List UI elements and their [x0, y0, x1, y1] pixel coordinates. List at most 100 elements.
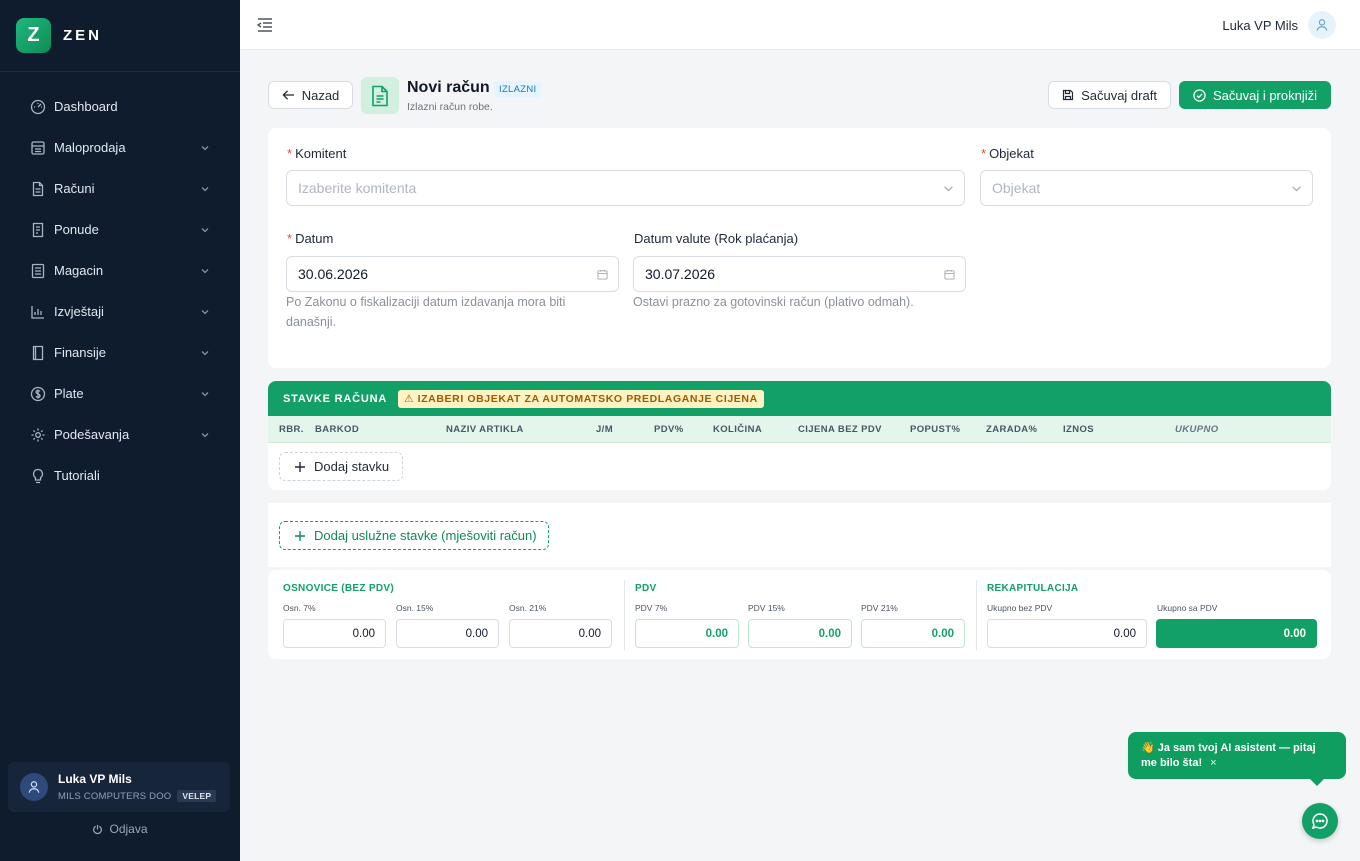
add-item-button[interactable]: Dodaj stavku	[279, 452, 403, 481]
sidebar: Z ZEN Dashboard Maloprodaja Računi Ponud…	[0, 0, 240, 861]
ukupno-bez-pdv-field: 0.00	[987, 619, 1147, 648]
osn-15-field: 0.00	[396, 619, 499, 648]
menu-toggle-icon[interactable]	[256, 17, 274, 33]
col-popust: POPUST%	[910, 424, 961, 435]
sidebar-item-racuni[interactable]: Računi	[0, 168, 240, 209]
rekap-title: REKAPITULACIJA	[987, 583, 1079, 594]
calendar-icon[interactable]	[597, 269, 608, 280]
sidebar-item-maloprodaja[interactable]: Maloprodaja	[0, 127, 240, 168]
save-draft-button[interactable]: Sačuvaj draft	[1048, 81, 1171, 109]
osn-7-field: 0.00	[283, 619, 386, 648]
ukupno-bez-pdv-label: Ukupno bez PDV	[987, 603, 1053, 613]
items-header: STAVKE RAČUNA ⚠ IZABERI OBJEKAT ZA AUTOM…	[268, 381, 1331, 416]
datum-help: Po Zakonu o fiskalizaciji datum izdavanj…	[286, 295, 566, 329]
pdv-21-field: 0.00	[861, 619, 965, 648]
back-button[interactable]: Nazad	[268, 81, 353, 109]
dollar-icon	[30, 386, 46, 402]
book-icon	[30, 345, 46, 361]
logo-text: ZEN	[63, 27, 102, 44]
logo[interactable]: Z ZEN	[0, 0, 240, 72]
sidebar-item-dashboard[interactable]: Dashboard	[0, 86, 240, 127]
ai-assistant-message: 👋 Ja sam tvoj AI asistent — pitaj me bil…	[1141, 742, 1316, 769]
pdv-title: PDV	[635, 583, 657, 594]
pdv-7-label: PDV 7%	[635, 603, 668, 613]
chevron-down-icon	[200, 266, 210, 276]
topbar-user-menu[interactable]: Luka VP Mils	[1222, 11, 1336, 39]
chevron-down-icon	[200, 389, 210, 399]
col-jm: J/M	[596, 424, 614, 435]
user-icon	[1316, 19, 1328, 31]
chat-icon	[1311, 813, 1328, 830]
sidebar-item-label: Ponude	[54, 222, 99, 237]
chat-launcher-button[interactable]	[1302, 803, 1338, 839]
ukupno-sa-pdv-label: Ukupno sa PDV	[1157, 603, 1218, 613]
close-icon[interactable]: ×	[1210, 756, 1216, 771]
col-ukupno: UKUPNO	[1175, 424, 1219, 435]
sidebar-item-label: Finansije	[54, 345, 107, 360]
page-subtitle: Izlazni račun robe.	[407, 101, 493, 113]
back-label: Nazad	[301, 87, 340, 103]
col-barkod: BARKOD	[315, 424, 360, 435]
gear-icon	[30, 427, 46, 443]
col-kolicina: KOLIČINA	[713, 424, 763, 435]
chevron-down-icon	[200, 307, 210, 317]
user-icon	[28, 781, 40, 793]
komitent-label: * Komitent	[287, 146, 347, 161]
sidebar-item-ponude[interactable]: Ponude	[0, 209, 240, 250]
save-draft-label: Sačuvaj draft	[1081, 87, 1157, 103]
save-icon	[1062, 89, 1074, 101]
objekat-label: * Objekat	[981, 146, 1034, 161]
sidebar-item-izvjestaji[interactable]: Izvještaji	[0, 291, 240, 332]
warehouse-icon	[30, 263, 46, 279]
col-naziv: NAZIV ARTIKLA	[446, 424, 524, 435]
chevron-down-icon	[1291, 183, 1302, 194]
document-icon	[30, 181, 46, 197]
col-zarada: ZARADA%	[986, 424, 1038, 435]
sidebar-item-label: Maloprodaja	[54, 140, 126, 155]
sidebar-nav: Dashboard Maloprodaja Računi Ponude Maga…	[0, 86, 240, 496]
sidebar-item-label: Magacin	[54, 263, 104, 278]
col-cijena: CIJENA BEZ PDV	[798, 424, 882, 435]
datum-input[interactable]: 30.06.2026	[286, 256, 619, 292]
invoice-form-card	[268, 128, 1331, 368]
ai-assistant-bubble[interactable]: 👋 Ja sam tvoj AI asistent — pitaj me bil…	[1128, 732, 1346, 786]
avatar	[1308, 11, 1336, 39]
offer-icon	[30, 222, 46, 238]
pdv-7-field: 0.00	[635, 619, 739, 648]
sidebar-item-label: Plate	[54, 386, 84, 401]
col-rbr: RBR.	[279, 424, 304, 435]
osn-21-label: Osn. 21%	[509, 603, 547, 613]
calendar-icon[interactable]	[944, 269, 955, 280]
items-table-header: RBR. BARKOD NAZIV ARTIKLA J/M PDV% KOLIČ…	[268, 416, 1331, 443]
sidebar-item-magacin[interactable]: Magacin	[0, 250, 240, 291]
datum-valute-help: Ostavi prazno za gotovinski račun (plati…	[633, 295, 914, 309]
logout-label: Odjava	[109, 822, 148, 836]
logout-button[interactable]: Odjava	[0, 822, 240, 836]
topbar-user-name: Luka VP Mils	[1222, 17, 1298, 33]
komitent-select[interactable]: Izaberite komitenta	[286, 170, 965, 206]
chevron-down-icon	[200, 348, 210, 358]
save-and-post-button[interactable]: Sačuvaj i proknjiži	[1179, 81, 1331, 109]
objekat-select[interactable]: Objekat	[980, 170, 1313, 206]
sidebar-item-tutoriali[interactable]: Tutoriali	[0, 455, 240, 496]
divider	[624, 580, 625, 650]
datum-valute-input[interactable]: 30.07.2026	[633, 256, 966, 292]
power-icon	[93, 824, 103, 834]
sidebar-item-finansije[interactable]: Finansije	[0, 332, 240, 373]
save-and-post-label: Sačuvaj i proknjiži	[1212, 87, 1318, 103]
sidebar-item-podesavanja[interactable]: Podešavanja	[0, 414, 240, 455]
sidebar-item-plate[interactable]: Plate	[0, 373, 240, 414]
sidebar-user-card[interactable]: Luka VP Mils MILS COMPUTERS DOO VELEP	[8, 762, 230, 812]
add-service-items-button[interactable]: Dodaj uslužne stavke (mješoviti račun)	[279, 521, 549, 550]
divider	[976, 580, 977, 650]
sidebar-item-label: Podešavanja	[54, 427, 130, 442]
chevron-down-icon	[943, 183, 954, 194]
chevron-down-icon	[200, 143, 210, 153]
pdv-15-field: 0.00	[748, 619, 852, 648]
items-title: STAVKE RAČUNA	[283, 392, 388, 405]
sidebar-item-label: Računi	[54, 181, 95, 196]
avatar	[20, 773, 48, 801]
chevron-down-icon	[200, 430, 210, 440]
logo-mark: Z	[16, 18, 51, 53]
role-badge: VELEP	[177, 790, 217, 802]
